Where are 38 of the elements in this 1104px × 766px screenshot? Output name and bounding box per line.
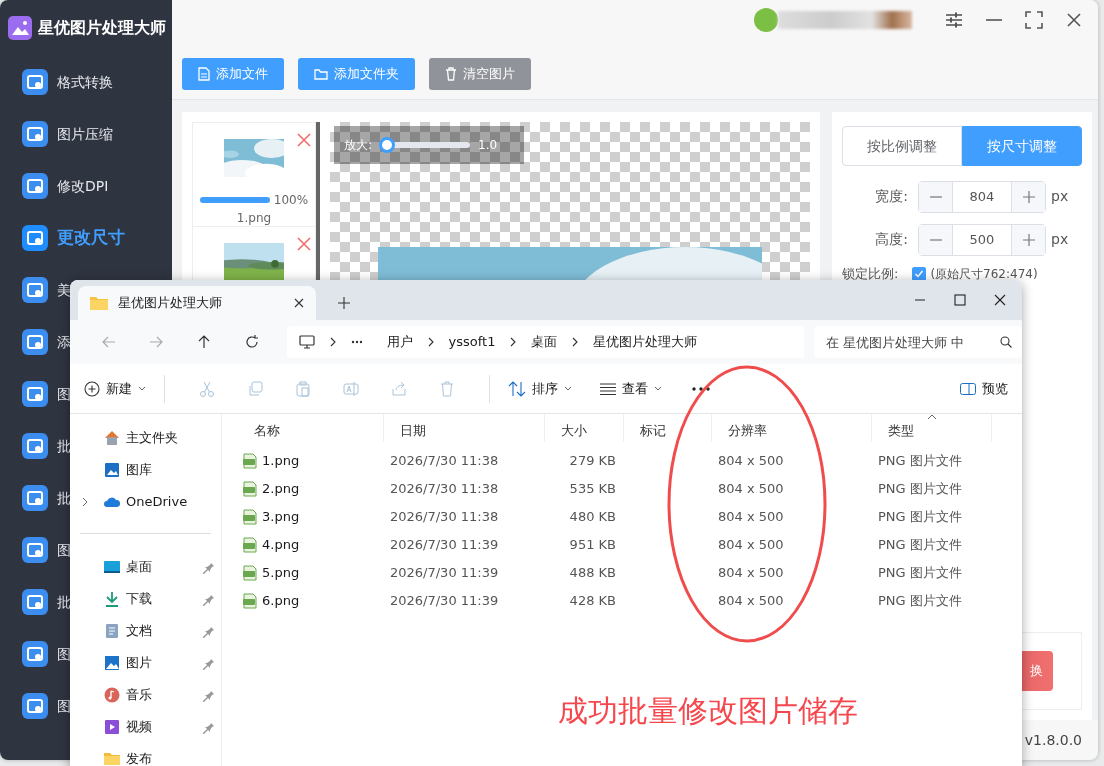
- version-label: v1.8.0.0: [1024, 730, 1082, 750]
- resolution-cell-text: 804 x 500: [717, 536, 785, 555]
- field-label: 宽度:: [874, 187, 908, 206]
- size-cell-text: 480 KB: [568, 508, 617, 527]
- unit-label: px: [1051, 230, 1069, 249]
- date-cell-text: 2026/7/30 11:39: [389, 564, 500, 583]
- unit-label: px: [1051, 187, 1069, 206]
- date-cell-text: 2026/7/30 11:39: [389, 536, 500, 555]
- size-cell-text: 428 KB: [568, 592, 617, 611]
- date-cell-text: 2026/7/30 11:38: [389, 452, 500, 471]
- zoom-value: 1.0: [478, 137, 498, 154]
- type-cell-text: PNG 图片文件: [877, 508, 963, 527]
- zoom-label: 放大:: [344, 137, 373, 154]
- size-cell-text: 951 KB: [568, 536, 617, 555]
- lock-label: 锁定比例:: [842, 265, 899, 283]
- original-size-note: (原始尺寸762:474): [930, 265, 1038, 283]
- type-cell-text: PNG 图片文件: [877, 592, 963, 611]
- date-cell-text: 2026/7/30 11:38: [389, 508, 500, 527]
- field-label: 高度:: [874, 230, 908, 249]
- size-cell-text: 488 KB: [568, 564, 617, 583]
- resolution-cell-text: 804 x 500: [717, 508, 785, 527]
- date-cell-text: 2026/7/30 11:39: [389, 592, 500, 611]
- size-cell-text: 535 KB: [568, 480, 617, 499]
- tab-title: 星优图片处理大师: [118, 294, 223, 313]
- resolution-cell-text: 804 x 500: [717, 564, 785, 583]
- resolution-cell-text: 804 x 500: [717, 592, 785, 611]
- size-cell-text: 279 KB: [568, 452, 617, 471]
- type-cell-text: PNG 图片文件: [877, 536, 963, 555]
- type-cell-text: PNG 图片文件: [877, 480, 963, 499]
- app-title: 星优图片处理大师: [38, 17, 166, 39]
- type-cell-text: PNG 图片文件: [877, 564, 963, 583]
- date-cell-text: 2026/7/30 11:38: [389, 480, 500, 499]
- annotation-text: 成功批量修改图片储存: [558, 692, 858, 730]
- resolution-cell-text: 804 x 500: [717, 480, 785, 499]
- progress-percent: 100%: [273, 192, 309, 209]
- type-cell-text: PNG 图片文件: [877, 452, 963, 471]
- file-name: 1.png: [236, 210, 272, 227]
- resolution-cell-text: 804 x 500: [717, 452, 785, 471]
